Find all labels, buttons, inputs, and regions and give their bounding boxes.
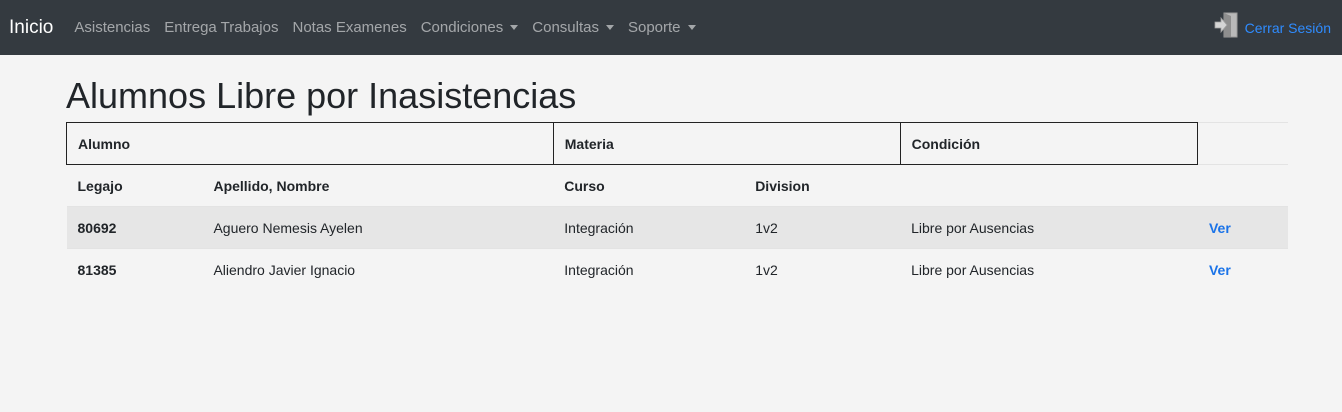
- nav-item-label: Entrega Trabajos: [164, 19, 279, 36]
- brand-link[interactable]: Inicio: [9, 17, 53, 39]
- cell-action: Ver: [1197, 248, 1288, 291]
- cell-action: Ver: [1197, 206, 1288, 249]
- cell-curso: Integración: [553, 248, 745, 291]
- column-header-division: Division: [744, 164, 901, 207]
- nav-item-entrega-trabajos[interactable]: Entrega Trabajos: [164, 19, 278, 36]
- cell-division: 1v2: [744, 206, 901, 249]
- caret-down-icon: [510, 25, 519, 30]
- nav-item-asistencias[interactable]: Asistencias: [74, 19, 150, 36]
- column-header-legajo: Legajo: [66, 164, 203, 207]
- column-header-empty: [1197, 164, 1288, 207]
- column-header-empty: [900, 164, 1198, 207]
- cell-nombre: Aguero Nemesis Ayelen: [202, 206, 554, 249]
- nav-item-label: Consultas: [532, 19, 599, 36]
- cell-curso: Integración: [553, 206, 745, 249]
- cell-nombre: Aliendro Javier Ignacio: [202, 248, 554, 291]
- column-header-nombre: Apellido, Nombre: [202, 164, 554, 207]
- main-content: Alumnos Libre por Inasistencias Alumno M…: [0, 55, 1342, 291]
- group-header-empty: [1197, 122, 1288, 165]
- exit-door-icon: [1214, 12, 1241, 43]
- caret-down-icon: [605, 25, 614, 30]
- table-sub-header-row: Legajo Apellido, Nombre Curso Division: [66, 164, 1288, 207]
- top-navbar: Inicio Asistencias Entrega Trabajos Nota…: [0, 0, 1342, 55]
- logout-label: Cerrar Sesión: [1244, 19, 1331, 36]
- cell-condicion: Libre por Ausencias: [900, 248, 1198, 291]
- nav-item-label: Notas Examenes: [292, 19, 407, 36]
- table-row: 81385 Aliendro Javier Ignacio Integració…: [66, 248, 1288, 291]
- caret-down-icon: [687, 25, 696, 30]
- table-row: 80692 Aguero Nemesis Ayelen Integración …: [66, 206, 1288, 249]
- cell-legajo: 80692: [66, 206, 203, 249]
- table-group-header-row: Alumno Materia Condición: [66, 122, 1288, 165]
- nav-dropdown-soporte[interactable]: Soporte: [628, 19, 696, 36]
- column-header-curso: Curso: [553, 164, 745, 207]
- cell-legajo: 81385: [66, 248, 203, 291]
- nav-dropdown-consultas[interactable]: Consultas: [532, 19, 614, 36]
- nav-item-label: Condiciones: [420, 19, 504, 36]
- students-table: Alumno Materia Condición Legajo Apellido…: [66, 122, 1288, 291]
- page-title: Alumnos Libre por Inasistencias: [66, 75, 577, 116]
- logout-button[interactable]: Cerrar Sesión: [1214, 12, 1331, 43]
- nav-dropdown-condiciones[interactable]: Condiciones: [421, 19, 519, 36]
- nav-item-label: Asistencias: [74, 19, 151, 36]
- group-header-materia: Materia: [552, 122, 901, 165]
- nav-item-label: Soporte: [627, 19, 681, 36]
- cell-condicion: Libre por Ausencias: [900, 206, 1198, 249]
- group-header-condicion: Condición: [899, 122, 1199, 165]
- group-header-alumno: Alumno: [66, 122, 554, 165]
- ver-link[interactable]: Ver: [1209, 262, 1231, 278]
- cell-division: 1v2: [744, 248, 901, 291]
- nav-item-notas-examenes[interactable]: Notas Examenes: [292, 19, 406, 36]
- ver-link[interactable]: Ver: [1209, 220, 1231, 236]
